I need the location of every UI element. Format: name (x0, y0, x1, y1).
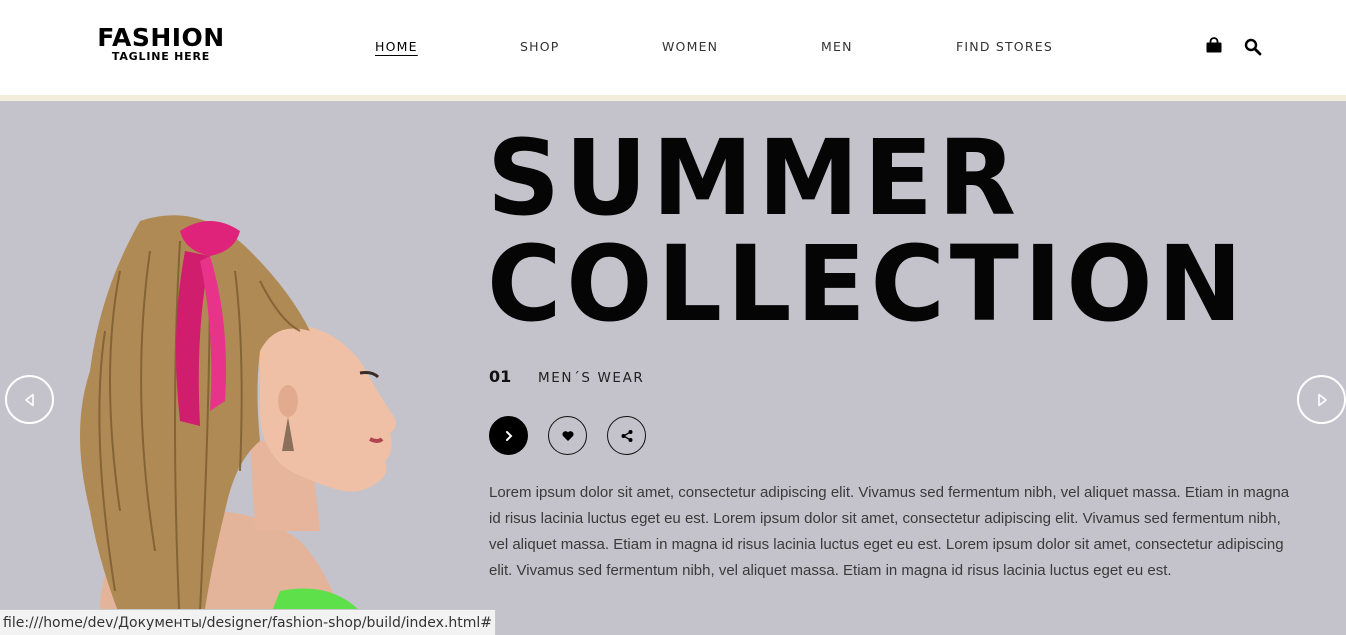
prev-arrow-icon (24, 393, 34, 406)
slider-next-button[interactable] (1297, 375, 1346, 424)
nav-item-men[interactable]: MEN (821, 39, 853, 54)
slide-number: 01 (489, 367, 512, 386)
hero-title-line1: SUMMER (487, 117, 1021, 239)
shopping-bag-icon[interactable] (1205, 36, 1223, 56)
site-header: FASHION TAGLINE HERE HOME SHOP WOMEN MEN… (0, 0, 1346, 95)
share-icon (621, 429, 632, 442)
nav-item-women[interactable]: WOMEN (662, 39, 718, 54)
view-more-button[interactable] (489, 416, 528, 455)
hero-title-line2: COLLECTION (487, 223, 1248, 345)
search-icon[interactable] (1244, 36, 1262, 56)
hero-title: SUMMER COLLECTION (487, 125, 1247, 337)
main-nav: HOME SHOP WOMEN MEN FIND STORES (0, 39, 1346, 59)
share-button[interactable] (607, 416, 646, 455)
next-arrow-icon (1317, 393, 1327, 406)
browser-status-bar: file:///home/dev/Документы/designer/fash… (0, 609, 497, 635)
hero-slider: SUMMER COLLECTION 01 MEN´S WEAR Lorem ip… (0, 101, 1346, 635)
heart-icon (561, 430, 574, 441)
hero-description: Lorem ipsum dolor sit amet, consectetur … (489, 484, 1290, 579)
model-image (60, 211, 420, 635)
nav-item-find-stores[interactable]: FIND STORES (956, 39, 1053, 54)
chevron-right-icon (505, 430, 512, 441)
nav-item-home[interactable]: HOME (375, 39, 418, 54)
favorite-button[interactable] (548, 416, 587, 455)
nav-item-shop[interactable]: SHOP (520, 39, 560, 54)
slider-prev-button[interactable] (5, 375, 54, 424)
slide-category-label: MEN´S WEAR (538, 370, 645, 386)
